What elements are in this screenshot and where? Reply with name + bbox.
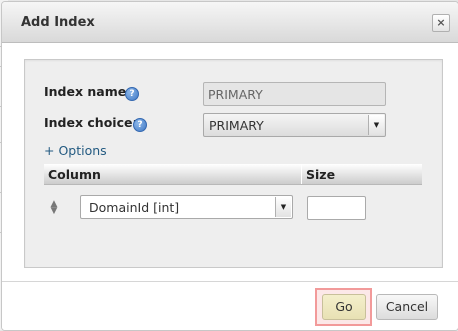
dialog-title: Add Index: [21, 15, 95, 30]
size-header: Size: [306, 167, 336, 182]
index-name-field[interactable]: [203, 82, 386, 106]
close-icon[interactable]: ×: [432, 14, 450, 32]
column-select[interactable]: DomainId [int] ▼: [80, 195, 293, 219]
index-fieldset: Index name: ? Index choice: ? PRIMARY ▼ …: [24, 59, 443, 268]
help-icon[interactable]: ?: [133, 118, 147, 132]
index-choice-select[interactable]: PRIMARY ▼: [203, 113, 386, 137]
drag-handle-icon[interactable]: ▲ ▼: [49, 200, 59, 216]
header-divider: [301, 164, 302, 184]
index-choice-label: Index choice:: [44, 115, 138, 130]
chevron-down-icon: ▼: [368, 115, 384, 135]
dialog-footer: Go Cancel: [2, 281, 458, 330]
options-link[interactable]: + Options: [44, 143, 107, 158]
size-field[interactable]: [307, 196, 366, 220]
index-choice-value: PRIMARY: [209, 118, 264, 133]
column-header: Column: [48, 167, 101, 182]
add-index-dialog: Add Index × Index name: ? Index choice: …: [1, 1, 458, 331]
column-select-value: DomainId [int]: [89, 200, 180, 215]
help-icon[interactable]: ?: [125, 87, 139, 101]
go-button[interactable]: Go: [322, 294, 366, 320]
chevron-down-icon: ▼: [275, 197, 291, 217]
cancel-button[interactable]: Cancel: [376, 294, 438, 320]
index-name-label: Index name:: [44, 84, 132, 99]
columns-table-header: Column Size: [44, 164, 422, 185]
dialog-titlebar[interactable]: Add Index ×: [2, 2, 458, 43]
dialog-content: Index name: ? Index choice: ? PRIMARY ▼ …: [2, 43, 458, 281]
